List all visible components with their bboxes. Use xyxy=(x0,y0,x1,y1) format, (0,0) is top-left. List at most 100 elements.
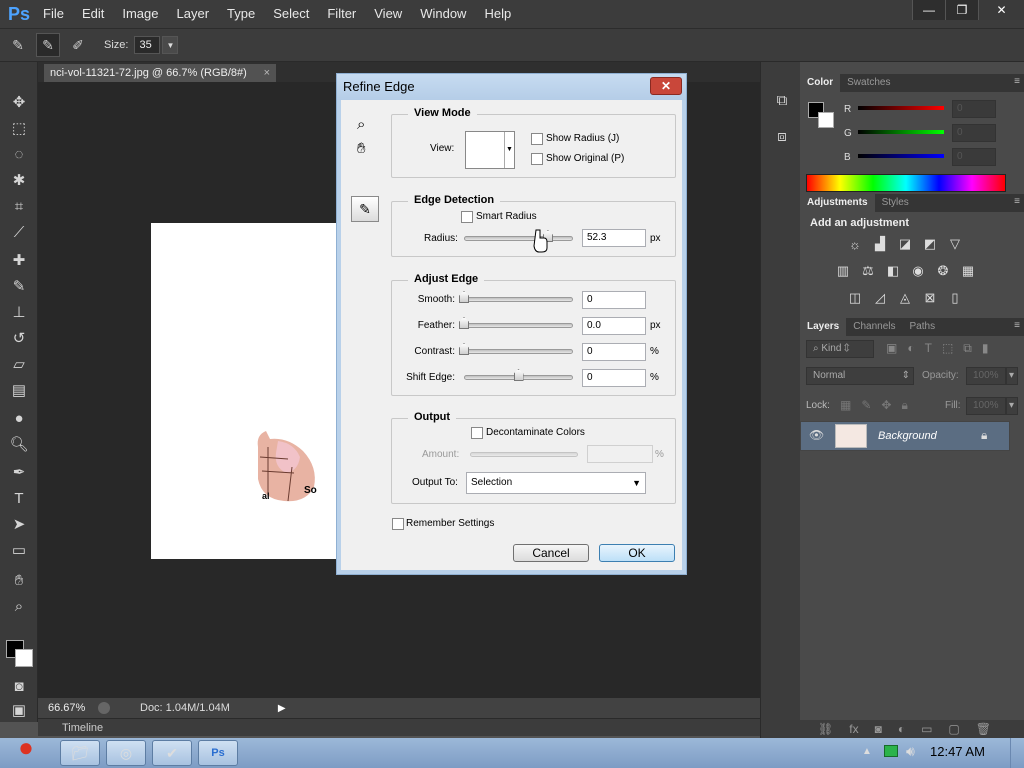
photoshop-taskbar-icon[interactable]: Ps xyxy=(198,740,238,766)
type-tool-icon[interactable]: T xyxy=(6,486,32,510)
security-taskbar-icon[interactable]: ✔ xyxy=(152,740,192,766)
menu-filter[interactable]: Filter xyxy=(318,0,365,28)
erase-refinements-icon[interactable]: ✐ xyxy=(66,33,90,57)
red-slider[interactable] xyxy=(858,106,944,110)
zoom-tool-icon[interactable]: ⌕ xyxy=(357,116,365,133)
brush-preset-icon[interactable]: ✎ xyxy=(6,33,30,57)
opacity-dropdown-button[interactable]: ▾ xyxy=(1006,367,1018,385)
tab-paths[interactable]: Paths xyxy=(903,318,943,336)
contrast-slider-track[interactable] xyxy=(464,349,573,354)
photo-filter-icon[interactable]: ◉ xyxy=(909,263,927,279)
explorer-taskbar-icon[interactable]: 📁︎ xyxy=(60,740,100,766)
menu-edit[interactable]: Edit xyxy=(73,0,113,28)
color-lookup-icon[interactable]: ▦ xyxy=(959,263,977,279)
chrome-taskbar-icon[interactable]: ◎ xyxy=(106,740,146,766)
fill-dropdown-button[interactable]: ▾ xyxy=(1006,397,1018,415)
adjustment-filter-icon[interactable]: ◐ xyxy=(907,341,914,356)
new-layer-icon[interactable]: ▢ xyxy=(948,722,959,736)
color-balance-icon[interactable]: ⚖ xyxy=(859,263,877,279)
clone-stamp-tool-icon[interactable]: ⊥ xyxy=(6,300,32,324)
tab-channels[interactable]: Channels xyxy=(846,318,902,336)
hand-tool-icon[interactable]: ✋︎ xyxy=(6,568,32,592)
feather-slider-thumb[interactable] xyxy=(459,317,469,329)
add-mask-icon[interactable]: ◙ xyxy=(875,722,882,736)
fill-field[interactable]: 100% xyxy=(966,397,1006,415)
network-tray-icon[interactable] xyxy=(884,745,898,757)
pixel-filter-icon[interactable]: ▣ xyxy=(886,341,897,356)
cancel-button[interactable]: Cancel xyxy=(513,544,589,562)
timeline-panel-bar[interactable]: Timeline xyxy=(38,718,760,736)
radius-value-field[interactable]: 52.3 xyxy=(582,229,646,247)
rectangle-tool-icon[interactable]: ▭ xyxy=(6,538,32,562)
zoom-level[interactable]: 66.67% xyxy=(48,702,98,714)
vibrance-icon[interactable]: ▽ xyxy=(946,236,964,252)
menu-image[interactable]: Image xyxy=(113,0,167,28)
ok-button[interactable]: OK xyxy=(599,544,675,562)
smooth-slider-track[interactable] xyxy=(464,297,573,302)
fx-icon[interactable]: fx xyxy=(849,722,858,736)
status-menu-arrow-icon[interactable]: ▶ xyxy=(278,703,286,714)
threshold-icon[interactable]: ◬ xyxy=(896,290,914,306)
opacity-field[interactable]: 100% xyxy=(966,367,1006,385)
shift-edge-value-field[interactable]: 0 xyxy=(582,369,646,387)
path-selection-tool-icon[interactable]: ➤ xyxy=(6,512,32,536)
pen-tool-icon[interactable]: ✒ xyxy=(6,460,32,484)
image-canvas[interactable] xyxy=(151,223,336,559)
gradient-map-icon[interactable]: ⊠ xyxy=(921,290,939,306)
contrast-value-field[interactable]: 0 xyxy=(582,343,646,361)
smart-radius-checkbox[interactable] xyxy=(461,211,473,223)
blue-slider[interactable] xyxy=(858,154,944,158)
feather-value-field[interactable]: 0.0 xyxy=(582,317,646,335)
levels-icon[interactable]: ▟ xyxy=(871,236,889,252)
history-brush-tool-icon[interactable]: ↺ xyxy=(6,326,32,350)
document-tab-close-button[interactable]: × xyxy=(264,64,270,82)
contrast-slider-thumb[interactable] xyxy=(459,343,469,355)
link-layers-icon[interactable]: ⛓ xyxy=(818,722,833,736)
menu-layer[interactable]: Layer xyxy=(168,0,219,28)
shift-edge-slider-thumb[interactable] xyxy=(513,369,524,381)
hue-saturation-icon[interactable]: ▥ xyxy=(834,263,852,279)
lock-pixels-icon[interactable]: ✎ xyxy=(861,398,871,413)
dialog-titlebar[interactable]: Refine Edge ✕ xyxy=(337,74,686,100)
refine-radius-tool-icon[interactable]: ✎ xyxy=(351,196,379,222)
hand-tool-icon[interactable]: ✋︎ xyxy=(357,140,366,157)
black-white-icon[interactable]: ◧ xyxy=(884,263,902,279)
start-button-bird-icon[interactable]: ● xyxy=(4,732,48,768)
brush-tool-icon[interactable]: ✎ xyxy=(6,274,32,298)
quick-mask-icon[interactable]: ◙ xyxy=(6,674,32,698)
panel-menu-icon[interactable]: ≡ xyxy=(1014,320,1020,331)
dodge-tool-icon[interactable]: 🔍︎ xyxy=(6,432,32,456)
zoom-tool-icon[interactable]: ⌕ xyxy=(6,594,32,618)
shape-filter-icon[interactable]: ⬚ xyxy=(942,341,953,356)
layer-name[interactable]: Background xyxy=(878,430,937,442)
blend-mode-select[interactable]: Normal ⇕ xyxy=(806,367,914,385)
blur-tool-icon[interactable]: ● xyxy=(6,406,32,430)
smart-object-filter-icon[interactable]: ⧉ xyxy=(963,341,972,356)
radius-slider-track[interactable] xyxy=(464,236,573,241)
eraser-tool-icon[interactable]: ▱ xyxy=(6,352,32,376)
tab-styles[interactable]: Styles xyxy=(875,194,916,212)
output-to-select[interactable]: Selection ▼ xyxy=(466,472,646,494)
show-desktop-button[interactable] xyxy=(1010,738,1024,768)
panel-menu-icon[interactable]: ≡ xyxy=(1014,76,1020,87)
history-panel-icon[interactable]: ⧉ xyxy=(769,88,795,112)
type-filter-icon[interactable]: T xyxy=(925,341,932,356)
menu-select[interactable]: Select xyxy=(264,0,318,28)
move-tool-icon[interactable]: ✥ xyxy=(6,90,32,114)
menu-window[interactable]: Window xyxy=(411,0,475,28)
decontaminate-colors-checkbox[interactable] xyxy=(471,427,483,439)
exposure-icon[interactable]: ◩ xyxy=(921,236,939,252)
dialog-close-button[interactable]: ✕ xyxy=(650,77,682,95)
lock-transparent-icon[interactable]: ▦ xyxy=(840,398,851,413)
blue-value-field[interactable]: 0 xyxy=(952,148,996,166)
close-window-button[interactable]: ✕ xyxy=(978,0,1024,20)
eyedropper-tool-icon[interactable]: ⟋ xyxy=(6,220,32,244)
smooth-slider-thumb[interactable] xyxy=(459,291,469,303)
show-radius-checkbox[interactable] xyxy=(531,133,543,145)
menu-view[interactable]: View xyxy=(365,0,411,28)
new-group-icon[interactable]: ▭ xyxy=(921,722,932,736)
crop-tool-icon[interactable]: ⌗ xyxy=(6,194,32,218)
tab-color[interactable]: Color xyxy=(800,74,841,92)
smooth-value-field[interactable]: 0 xyxy=(582,291,646,309)
new-adjustment-icon[interactable]: ◐ xyxy=(898,722,905,736)
